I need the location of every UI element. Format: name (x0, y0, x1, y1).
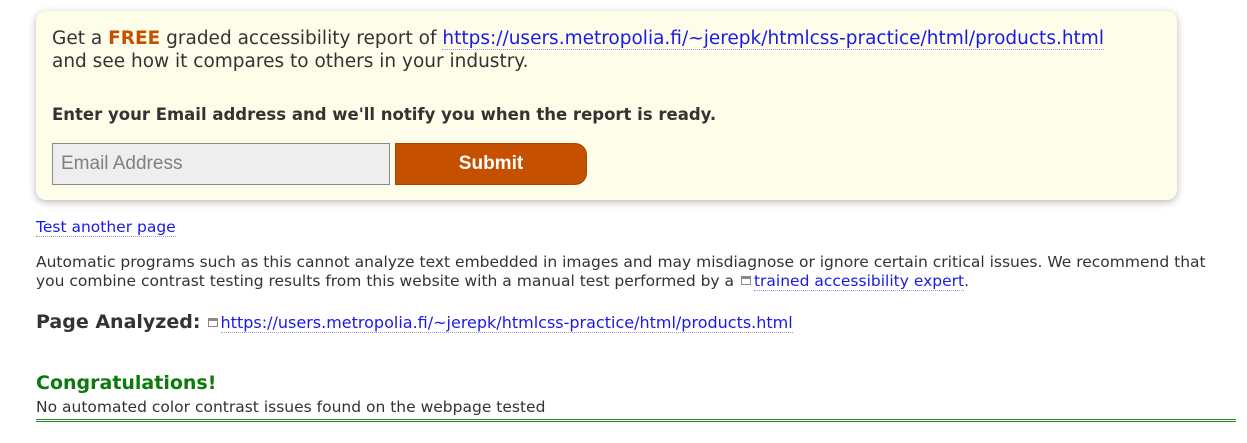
report-promo-panel: Get a FREE graded accessibility report o… (36, 11, 1177, 200)
submit-button[interactable]: Submit (395, 143, 587, 185)
free-label: FREE (108, 28, 161, 49)
result-title: Congratulations! (36, 372, 217, 394)
result-message: No automated color contrast issues found… (36, 398, 546, 416)
promo-text-before-free: Get a (52, 28, 109, 49)
result-divider (36, 419, 1236, 422)
trained-expert-link[interactable]: trained accessibility expert (753, 272, 965, 291)
disclaimer-end: . (964, 272, 970, 290)
disclaimer-body: Automatic programs such as this cannot a… (36, 253, 1206, 290)
notify-instructions: Enter your Email address and we'll notif… (52, 105, 717, 124)
email-field[interactable] (52, 143, 390, 185)
promo-text-after-free: graded accessibility report of (160, 28, 443, 49)
analyzed-url-link[interactable]: https://users.metropolia.fi/~jerepk/html… (220, 313, 793, 333)
disclaimer-text: Automatic programs such as this cannot a… (36, 253, 1226, 291)
external-link-icon (207, 318, 218, 327)
test-another-page-link[interactable]: Test another page (36, 218, 176, 237)
promo-line-1: Get a FREE graded accessibility report o… (52, 27, 1161, 50)
external-link-icon (740, 276, 751, 285)
page-analyzed-label: Page Analyzed: (36, 311, 201, 333)
page-analyzed: Page Analyzed: https://users.metropolia.… (36, 311, 793, 333)
report-url-link[interactable]: https://users.metropolia.fi/~jerepk/html… (442, 28, 1104, 50)
promo-line-2: and see how it compares to others in you… (52, 51, 529, 72)
